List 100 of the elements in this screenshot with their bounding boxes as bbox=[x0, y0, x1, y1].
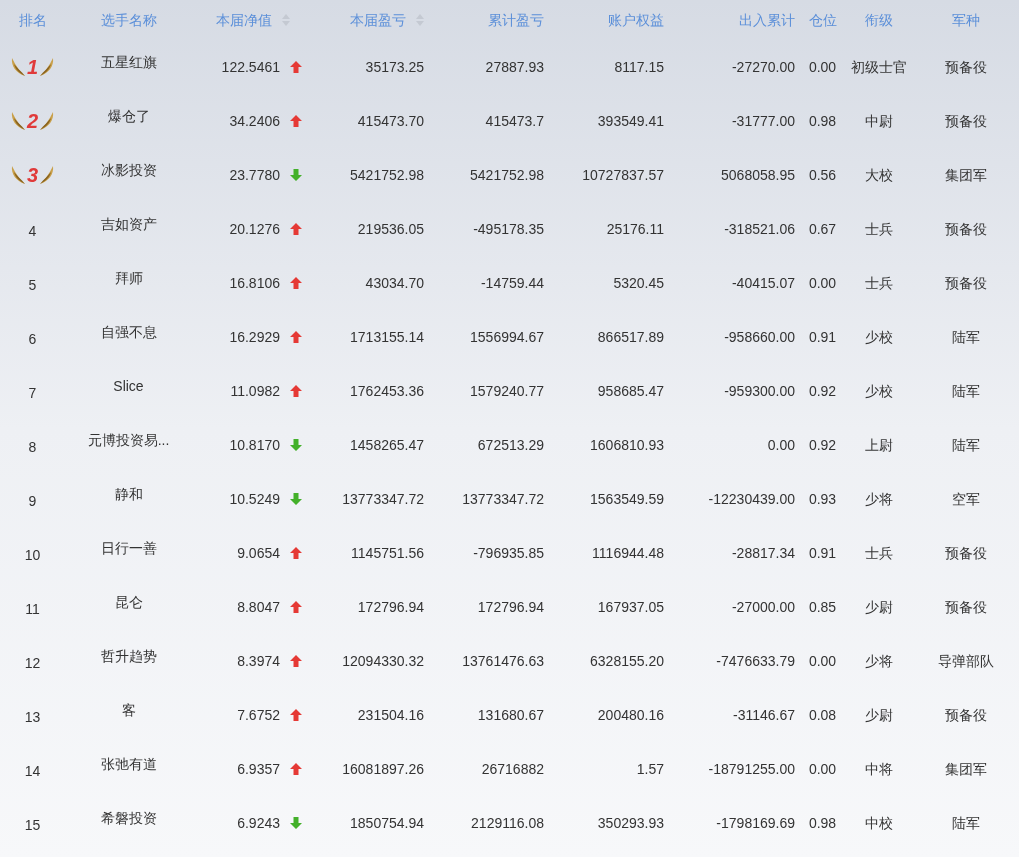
table-cell-text: 1458265.47 bbox=[350, 435, 424, 455]
table-cell-text: 空军 bbox=[951, 489, 980, 509]
table-cell-text: 393549.41 bbox=[597, 111, 664, 131]
table-cell-text: 219536.05 bbox=[357, 219, 424, 239]
table-cell-text: 0.91 bbox=[808, 327, 837, 347]
table-cell-text: 122.5461 bbox=[221, 57, 280, 77]
table-cell-text: 350293.93 bbox=[597, 813, 664, 833]
table-cell-text: -14759.44 bbox=[480, 273, 544, 293]
table-cell-text: 6.9357 bbox=[237, 759, 280, 779]
table-cell-text: 6.9243 bbox=[237, 813, 280, 833]
column-header: 选手名称 bbox=[100, 10, 157, 30]
table-cell-text: -27000.00 bbox=[731, 597, 795, 617]
table-cell-text: 35173.25 bbox=[365, 57, 424, 77]
column-header[interactable]: 本届盈亏 bbox=[350, 9, 406, 31]
table-cell-text: 13761476.63 bbox=[462, 651, 544, 671]
table-cell-text: 6328155.20 bbox=[590, 651, 664, 671]
table-cell-text: 昆仑 bbox=[114, 592, 143, 612]
table-cell-text: 哲升趋势 bbox=[100, 646, 157, 666]
table-cell-text: -18791255.00 bbox=[708, 759, 795, 779]
table-cell-text: 8.3974 bbox=[237, 651, 280, 671]
table-cell-text: -1798169.69 bbox=[716, 813, 795, 833]
table-cell-text: 5320.45 bbox=[613, 273, 664, 293]
table-cell-text: -318521.06 bbox=[724, 219, 795, 239]
table-cell-text: 172796.94 bbox=[357, 597, 424, 617]
column-header: 仓位 bbox=[808, 10, 837, 30]
table-cell-text: 131680.67 bbox=[477, 705, 544, 725]
table-cell-text: -495178.35 bbox=[473, 219, 544, 239]
table-cell-text: 13773347.72 bbox=[342, 489, 424, 509]
table-cell-text: 预备役 bbox=[944, 705, 987, 725]
medal-badge: 1 bbox=[9, 56, 56, 78]
table-cell-text: 5 bbox=[28, 275, 37, 295]
table-cell-text: 0.08 bbox=[808, 705, 837, 725]
table-cell-text: 0.93 bbox=[808, 489, 837, 509]
table-cell-text: 0.92 bbox=[808, 381, 837, 401]
table-cell-text: 16081897.26 bbox=[342, 759, 424, 779]
table-cell-text: 0.00 bbox=[808, 759, 837, 779]
table-cell-text: 0.98 bbox=[808, 111, 837, 131]
table-cell-text: 陆军 bbox=[951, 381, 980, 401]
table-cell-text: 0.91 bbox=[808, 543, 837, 563]
table-cell-text: 0.56 bbox=[808, 165, 837, 185]
table-cell-text: 5068058.95 bbox=[721, 165, 795, 185]
table-cell-text: 14 bbox=[24, 761, 41, 781]
column-header[interactable]: 本届净值 bbox=[216, 9, 272, 31]
table-cell-text: 10727837.57 bbox=[582, 165, 664, 185]
table-cell-text: 0.00 bbox=[767, 435, 795, 455]
table-cell-text: 1579240.77 bbox=[470, 381, 544, 401]
table-cell-text: 1145751.56 bbox=[351, 543, 424, 563]
table-cell-text: 0.67 bbox=[808, 219, 837, 239]
table-cell-text: 预备役 bbox=[944, 219, 987, 239]
table-cell-text: 陆军 bbox=[951, 813, 980, 833]
table-cell-text: 上尉 bbox=[864, 435, 893, 455]
medal-badge: 2 bbox=[9, 110, 56, 132]
table-cell-text: 0.98 bbox=[808, 813, 837, 833]
table-cell-text: 415473.70 bbox=[357, 111, 424, 131]
table-cell-text: 陆军 bbox=[951, 435, 980, 455]
table-cell-text: 866517.89 bbox=[597, 327, 664, 347]
table-cell-text: 8.8047 bbox=[237, 597, 280, 617]
table-cell-text: -959300.00 bbox=[724, 381, 795, 401]
table-cell-text: 0.92 bbox=[808, 435, 837, 455]
table-cell-text: 冰影投资 bbox=[100, 160, 157, 180]
table-cell-text: 初级士官 bbox=[850, 57, 907, 77]
table-cell-text: 日行一善 bbox=[100, 538, 157, 558]
table-cell-text: 少尉 bbox=[864, 705, 893, 725]
table-cell-text: Slice bbox=[113, 376, 144, 396]
table-cell-text: 张弛有道 bbox=[100, 754, 157, 774]
table-cell-text: -31777.00 bbox=[731, 111, 795, 131]
table-cell-text: 中尉 bbox=[864, 111, 893, 131]
table-cell-text: 26716882 bbox=[481, 759, 544, 779]
table-cell-text: 167937.05 bbox=[597, 597, 664, 617]
table-cell-text: 士兵 bbox=[864, 273, 893, 293]
table-cell-text: 1762453.36 bbox=[350, 381, 424, 401]
table-cell-text: 20.1276 bbox=[229, 219, 280, 239]
table-cell-text: -7476633.79 bbox=[716, 651, 795, 671]
table-cell-text: 自强不息 bbox=[100, 322, 157, 342]
table-cell-text: 27887.93 bbox=[485, 57, 544, 77]
table-cell-text: 15 bbox=[24, 815, 41, 835]
table-cell-text: 大校 bbox=[864, 165, 893, 185]
column-header: 出入累计 bbox=[739, 10, 795, 30]
table-cell-text: 415473.7 bbox=[485, 111, 544, 131]
table-cell-text: 9.0654 bbox=[237, 543, 280, 563]
table-cell-text: 爆仓了 bbox=[107, 106, 150, 126]
table-cell-text: 少校 bbox=[864, 327, 893, 347]
table-cell-text: 13 bbox=[24, 707, 41, 727]
table-cell-text: 672513.29 bbox=[477, 435, 544, 455]
table-cell-text: -958660.00 bbox=[724, 327, 795, 347]
table-cell-text: 集团军 bbox=[944, 759, 987, 779]
table-cell-text: -28817.34 bbox=[731, 543, 795, 563]
table-cell-text: 25176.11 bbox=[606, 219, 664, 239]
table-cell-text: 12 bbox=[24, 653, 41, 673]
table-cell-text: 10 bbox=[24, 545, 41, 565]
table-cell-text: 200480.16 bbox=[597, 705, 664, 725]
table-cell-text: 客 bbox=[121, 700, 136, 720]
table-cell-text: 1563549.59 bbox=[590, 489, 664, 509]
table-cell-text: 拜师 bbox=[114, 268, 143, 288]
table-cell-text: -27270.00 bbox=[731, 57, 795, 77]
table-cell-text: 希磐投资 bbox=[100, 808, 157, 828]
table-cell-text: 1.57 bbox=[636, 759, 664, 779]
table-cell-text: 5421752.98 bbox=[470, 165, 544, 185]
table-cell-text: 少将 bbox=[864, 489, 893, 509]
table-cell-text: 吉如资产 bbox=[100, 214, 157, 234]
